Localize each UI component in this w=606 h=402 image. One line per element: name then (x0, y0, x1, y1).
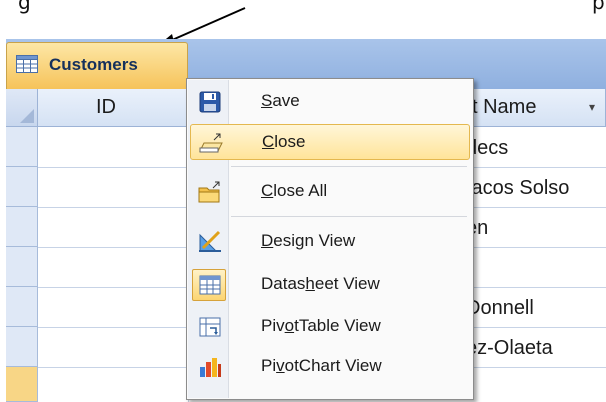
menu-item-pivottable-view[interactable]: PivotTable View (190, 309, 470, 345)
select-all-corner[interactable] (6, 89, 38, 127)
datasheet-view-icon (199, 275, 221, 295)
table-cell[interactable]: Donnell (466, 297, 534, 320)
menu-item-pivotchart-view[interactable]: PivotChart View (190, 349, 470, 385)
menu-item-datasheet-view[interactable]: Datasheet View (190, 267, 470, 303)
pivottable-view-icon (199, 317, 221, 337)
menu-item-label: Datasheet View (261, 274, 380, 293)
menu-item-label: Design View (261, 231, 356, 250)
menu-item-label: Close (262, 132, 306, 151)
close-window-icon (199, 133, 223, 153)
row-selector[interactable] (6, 287, 38, 327)
design-view-icon (199, 230, 221, 252)
row-selector[interactable] (6, 207, 38, 247)
menu-item-label: Close All (261, 181, 328, 200)
close-all-icon (198, 181, 220, 203)
row-selector[interactable] (6, 327, 38, 367)
menu-item-close[interactable]: Close (190, 124, 470, 160)
row-selector[interactable] (6, 167, 38, 207)
caption-fragment-left: g (18, 0, 31, 14)
tab-context-menu: Save Close Close All Design View Datashe… (186, 78, 474, 400)
menu-item-label: PivotTable View (261, 316, 381, 335)
menu-item-label: Save (261, 91, 300, 110)
menu-item-save[interactable]: Save (190, 84, 470, 120)
table-cell[interactable]: ez-Olaeta (466, 337, 553, 360)
tab-label: Customers (49, 55, 138, 74)
menu-item-design-view[interactable]: Design View (190, 224, 470, 260)
row-selector[interactable] (6, 127, 38, 167)
column-header-id[interactable]: ID (38, 89, 188, 127)
menu-item-label: PivotChart View (261, 356, 382, 375)
menu-separator (231, 216, 467, 217)
row-selector[interactable] (6, 247, 38, 287)
pivotchart-view-icon (200, 358, 221, 377)
tab-customers[interactable]: Customers (6, 42, 188, 89)
column-header-label: ID (96, 96, 116, 118)
sort-dropdown-icon[interactable]: ▾ (589, 100, 595, 114)
table-icon (16, 55, 38, 73)
menu-item-close-all[interactable]: Close All (190, 174, 470, 210)
floppy-disk-icon (199, 91, 221, 113)
new-record-selector[interactable] (6, 367, 38, 402)
caption-fragment-right: p (592, 0, 605, 14)
menu-separator (231, 166, 467, 167)
table-cell[interactable]: tacos Solso (466, 177, 569, 200)
